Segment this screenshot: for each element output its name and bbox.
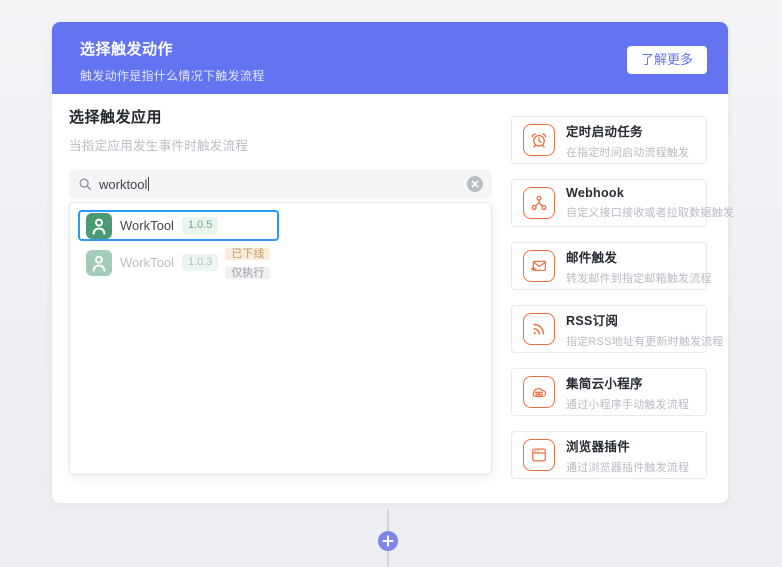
search-icon — [78, 177, 92, 191]
app-name: WorkTool — [120, 218, 174, 233]
app-results-list: WorkTool 1.0.5 WorkTool 1.0.3 已下线仅执行 — [78, 210, 483, 279]
search-value: worktool — [99, 176, 150, 192]
app-name: WorkTool — [120, 255, 174, 270]
app-version-badge: 1.0.5 — [181, 217, 219, 234]
worktool-app-icon — [86, 249, 112, 276]
webhook-icon — [523, 187, 555, 219]
app-results-dropdown: WorkTool 1.0.5 WorkTool 1.0.3 已下线仅执行 — [69, 202, 492, 475]
browser-plugin-icon — [523, 439, 555, 471]
trigger-title: 集简云小程序 — [566, 376, 643, 391]
trigger-card-5[interactable]: 浏览器插件 通过浏览器插件触发流程 — [511, 431, 707, 479]
app-status-badge: 已下线 — [225, 247, 271, 260]
step-header: 选择触发动作 触发动作是指什么情况下触发流程 了解更多 — [52, 22, 728, 94]
trigger-step-card: 选择触发动作 触发动作是指什么情况下触发流程 了解更多 选择触发应用 当指定应用… — [52, 22, 734, 503]
trigger-desc: 自定义接口接收或者拉取数据触发 — [566, 207, 734, 219]
trigger-title: 邮件触发 — [566, 250, 618, 265]
trigger-card-0[interactable]: 定时启动任务 在指定时间启动流程触发 — [511, 116, 707, 164]
search-input[interactable]: worktool — [69, 170, 492, 198]
cloud-miniapp-icon — [523, 376, 555, 408]
builtin-trigger-list: 定时启动任务 在指定时间启动流程触发 Webhook 自定义接口接收或者拉取数据… — [511, 116, 734, 479]
text-caret — [148, 177, 150, 191]
trigger-card-3[interactable]: RSS订阅 指定RSS地址有更新时触发流程 — [511, 305, 724, 353]
clear-search-button[interactable] — [467, 176, 483, 192]
canvas: 选择触发动作 触发动作是指什么情况下触发流程 了解更多 选择触发应用 当指定应用… — [0, 0, 782, 567]
learn-more-button[interactable]: 了解更多 — [626, 46, 707, 74]
app-select-subtitle: 当指定应用发生事件时触发流程 — [69, 139, 249, 153]
trigger-card-webhook[interactable]: Webhook 自定义接口接收或者拉取数据触发 — [511, 179, 734, 227]
trigger-title: 定时启动任务 — [566, 124, 643, 139]
app-result-row[interactable]: WorkTool 1.0.5 — [78, 210, 279, 241]
trigger-desc: 转发邮件到指定邮箱触发流程 — [566, 272, 712, 285]
trigger-title: 浏览器插件 — [566, 439, 631, 454]
trigger-desc: 通过浏览器插件触发流程 — [566, 461, 690, 474]
app-select-title: 选择触发应用 — [69, 109, 163, 126]
app-version-badge: 1.0.3 — [181, 254, 219, 271]
trigger-desc: 指定RSS地址有更新时触发流程 — [566, 335, 724, 348]
worktool-app-icon — [86, 212, 112, 239]
step-title: 选择触发动作 — [80, 41, 174, 58]
trigger-card-2[interactable]: 邮件触发 转发邮件到指定邮箱触发流程 — [511, 242, 712, 290]
alarm-clock-icon — [523, 124, 555, 156]
app-status-badges: 已下线仅执行 — [225, 244, 277, 282]
mail-forward-icon — [523, 250, 555, 282]
app-result-row[interactable]: WorkTool 1.0.3 已下线仅执行 — [78, 247, 279, 279]
add-step-button[interactable] — [378, 531, 398, 551]
trigger-desc: 通过小程序手动触发流程 — [566, 398, 690, 411]
app-select-panel: 选择触发应用 当指定应用发生事件时触发流程 worktool WorkTool … — [69, 106, 492, 475]
trigger-title: Webhook — [566, 186, 625, 200]
trigger-title: RSS订阅 — [566, 313, 619, 328]
rss-icon — [523, 313, 555, 345]
trigger-card-4[interactable]: 集简云小程序 通过小程序手动触发流程 — [511, 368, 707, 416]
step-subtitle: 触发动作是指什么情况下触发流程 — [80, 69, 265, 83]
app-status-badge: 仅执行 — [225, 266, 271, 279]
trigger-desc: 在指定时间启动流程触发 — [566, 146, 690, 159]
